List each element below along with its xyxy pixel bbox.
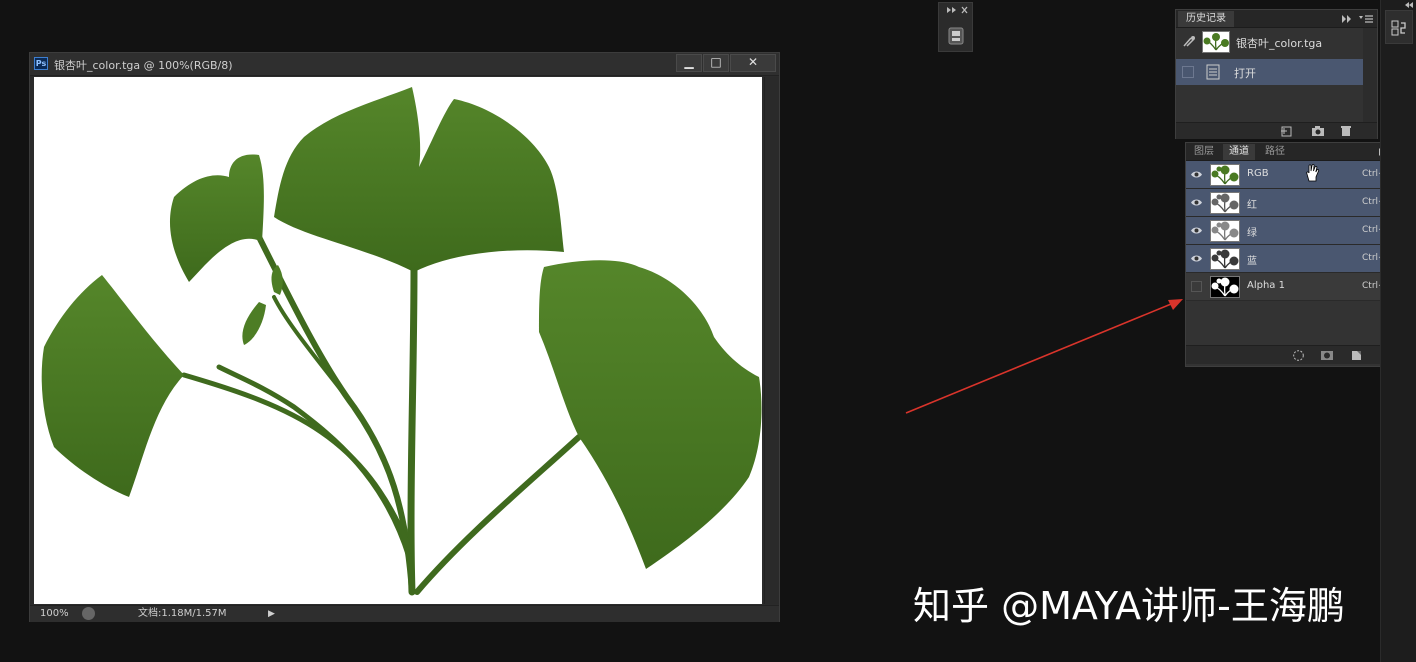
- hand-cursor-icon: [1306, 164, 1320, 182]
- image-canvas[interactable]: [34, 77, 762, 604]
- vertical-scrollbar[interactable]: [764, 77, 779, 604]
- history-step-checkbox[interactable]: [1182, 66, 1194, 78]
- minimize-button[interactable]: ▁: [676, 54, 702, 72]
- document-titlebar[interactable]: Ps 银杏叶_color.tga @ 100%(RGB/8) ▁ □ ✕: [30, 53, 779, 76]
- tab-channels[interactable]: 通道: [1223, 144, 1255, 160]
- create-snapshot-camera-icon[interactable]: [1311, 125, 1325, 137]
- floating-tool-panel[interactable]: [938, 2, 973, 52]
- history-scrollbar[interactable]: [1363, 28, 1377, 122]
- new-document-from-state-icon[interactable]: [1280, 125, 1294, 137]
- panel-menu-icon[interactable]: [1341, 14, 1375, 24]
- right-dock-strip: [1380, 0, 1416, 662]
- new-channel-icon[interactable]: [1350, 348, 1363, 362]
- tab-layers[interactable]: 图层: [1188, 144, 1220, 160]
- visibility-eye-icon[interactable]: [1190, 252, 1203, 265]
- delete-state-trash-icon[interactable]: [1339, 124, 1353, 137]
- annotation-arrow: [905, 299, 1183, 414]
- history-brush-source-icon[interactable]: [1182, 35, 1196, 48]
- snapshot-thumbnail: [1202, 31, 1230, 53]
- close-button[interactable]: ✕: [730, 54, 776, 72]
- history-dock-icon[interactable]: [1391, 20, 1407, 36]
- channel-thumbnail-rgb: [1210, 164, 1240, 186]
- history-snapshot-row[interactable]: 银杏叶_color.tga: [1176, 28, 1363, 54]
- tab-paths[interactable]: 路径: [1259, 144, 1291, 160]
- history-tabbar: 历史记录: [1176, 10, 1377, 28]
- history-footer: [1176, 122, 1377, 139]
- visibility-eye-icon[interactable]: [1190, 196, 1203, 209]
- leaf-top: [274, 87, 564, 272]
- history-step-document-icon: [1206, 64, 1220, 80]
- channel-thumbnail-red: [1210, 192, 1240, 214]
- channel-thumbnail-green: [1210, 220, 1240, 242]
- channel-name: 绿: [1247, 228, 1257, 239]
- history-step-label: 打开: [1234, 67, 1256, 80]
- leaf-left: [41, 275, 184, 497]
- channel-thumbnail-alpha: [1210, 276, 1240, 298]
- photoshop-icon: Ps: [34, 57, 48, 70]
- zoom-level-field[interactable]: 100%: [34, 607, 76, 621]
- visibility-toggle-empty[interactable]: [1191, 281, 1202, 292]
- document-window[interactable]: Ps 银杏叶_color.tga @ 100%(RGB/8) ▁ □ ✕ 100…: [29, 52, 780, 622]
- maximize-button[interactable]: □: [703, 54, 729, 72]
- tab-history[interactable]: 历史记录: [1178, 11, 1234, 27]
- ginkgo-leaf-image: [41, 87, 762, 596]
- document-size-info: 文档:1.18M/1.57M: [138, 608, 227, 619]
- status-menu-arrow-icon[interactable]: ▶: [268, 607, 275, 621]
- dock-history-button[interactable]: [1385, 10, 1413, 44]
- channel-name: Alpha 1: [1247, 280, 1285, 291]
- channel-name: RGB: [1247, 168, 1269, 179]
- watermark-text: 知乎 @MAYA讲师-王海鹏: [913, 584, 1345, 628]
- dock-expand-icon[interactable]: [1404, 1, 1414, 9]
- visibility-eye-icon[interactable]: [1190, 224, 1203, 237]
- load-channel-as-selection-icon[interactable]: [1292, 349, 1305, 362]
- tool-presets-icon[interactable]: [948, 27, 964, 45]
- leaf-sprout-1: [242, 302, 266, 345]
- panel-collapse-icon[interactable]: [945, 5, 969, 15]
- document-statusbar: 100% 文档:1.18M/1.57M ▶: [30, 605, 779, 622]
- leaf-right: [539, 260, 762, 569]
- visibility-eye-icon[interactable]: [1190, 168, 1203, 181]
- channel-name: 红: [1247, 200, 1257, 211]
- save-selection-as-channel-icon[interactable]: [1320, 349, 1334, 362]
- history-step-row[interactable]: 打开: [1176, 59, 1363, 85]
- history-panel[interactable]: 历史记录 银杏叶_color.tga 打开: [1175, 9, 1378, 139]
- document-title: 银杏叶_color.tga @ 100%(RGB/8): [54, 59, 233, 72]
- leaf-upper-left: [169, 154, 264, 282]
- channel-thumbnail-blue: [1210, 248, 1240, 270]
- channel-name: 蓝: [1247, 256, 1257, 267]
- snapshot-name: 银杏叶_color.tga: [1236, 37, 1323, 50]
- status-info-icon[interactable]: [82, 607, 95, 620]
